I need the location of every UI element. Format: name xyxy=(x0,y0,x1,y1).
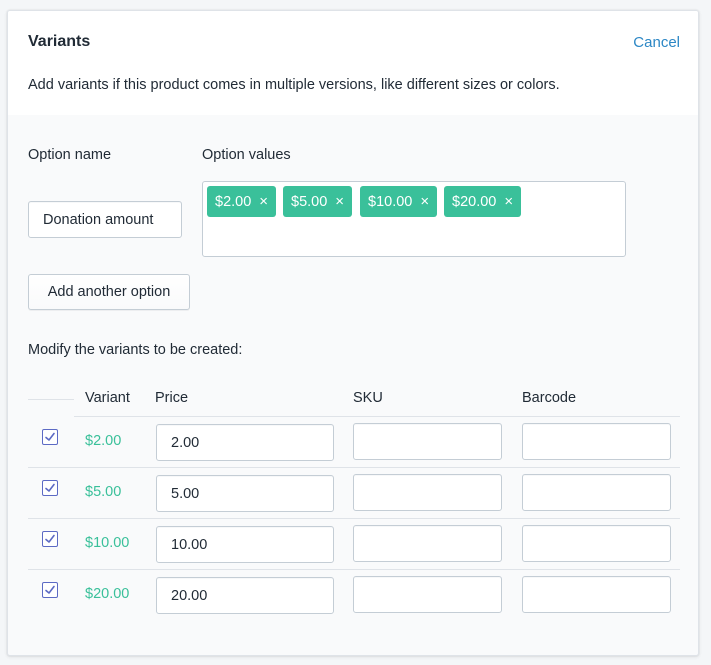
column-header-price: Price xyxy=(155,390,189,406)
price-value: 5.00 xyxy=(171,485,200,502)
variant-name: $2.00 xyxy=(85,433,122,449)
variant-checkbox[interactable] xyxy=(42,531,58,547)
card-header: Variants Cancel Add variants if this pro… xyxy=(8,11,698,115)
option-value-tag[interactable]: $10.00 × xyxy=(360,186,438,217)
sku-input[interactable] xyxy=(353,474,502,511)
variant-name: $20.00 xyxy=(85,586,130,602)
option-name-label: Option name xyxy=(28,147,112,163)
variants-intro: Modify the variants to be created: xyxy=(28,342,243,358)
barcode-input[interactable] xyxy=(522,474,671,511)
option-values-label: Option values xyxy=(202,147,291,163)
close-icon[interactable]: × xyxy=(420,194,429,209)
row-divider xyxy=(28,467,680,468)
close-icon[interactable]: × xyxy=(259,194,268,209)
option-value-tag[interactable]: $2.00 × xyxy=(207,186,277,217)
barcode-input[interactable] xyxy=(522,423,671,460)
column-header-sku: SKU xyxy=(353,390,383,406)
option-value-tag[interactable]: $20.00 × xyxy=(444,186,522,217)
close-icon[interactable]: × xyxy=(335,194,344,209)
variants-card: Variants Cancel Add variants if this pro… xyxy=(7,10,699,656)
description: Add variants if this product comes in mu… xyxy=(28,77,560,93)
tag-label: $20.00 xyxy=(452,193,497,210)
sku-input[interactable] xyxy=(353,525,502,562)
variant-name: $5.00 xyxy=(85,484,122,500)
option-value-tag[interactable]: $5.00 × xyxy=(283,186,353,217)
tag-label: $2.00 xyxy=(215,193,252,210)
checkmark-icon xyxy=(45,483,55,492)
table-divider xyxy=(74,416,680,417)
price-input[interactable]: 2.00 xyxy=(156,424,334,461)
cancel-link[interactable]: Cancel xyxy=(633,34,680,51)
page-title: Variants xyxy=(28,33,91,50)
barcode-input[interactable] xyxy=(522,525,671,562)
column-header-barcode: Barcode xyxy=(522,390,577,406)
close-icon[interactable]: × xyxy=(504,194,513,209)
price-input[interactable]: 10.00 xyxy=(156,526,334,563)
sku-input[interactable] xyxy=(353,576,502,613)
header-divider xyxy=(28,399,74,400)
price-input[interactable]: 5.00 xyxy=(156,475,334,512)
option-name-value: Donation amount xyxy=(43,211,154,228)
column-header-variant: Variant xyxy=(85,390,130,406)
sku-input[interactable] xyxy=(353,423,502,460)
row-divider xyxy=(28,518,680,519)
checkmark-icon xyxy=(45,534,55,543)
add-another-option-button[interactable]: Add another option xyxy=(28,274,190,310)
variant-checkbox[interactable] xyxy=(42,480,58,496)
tag-label: $5.00 xyxy=(291,193,328,210)
row-divider xyxy=(28,569,680,570)
option-name-input[interactable]: Donation amount xyxy=(28,201,182,238)
tag-label: $10.00 xyxy=(368,193,413,210)
variant-checkbox[interactable] xyxy=(42,582,58,598)
variant-checkbox[interactable] xyxy=(42,429,58,445)
barcode-input[interactable] xyxy=(522,576,671,613)
price-value: 20.00 xyxy=(171,587,208,604)
variant-name: $10.00 xyxy=(85,535,130,551)
option-values-input[interactable]: $2.00 × $5.00 × $10.00 × $20.00 × xyxy=(202,181,626,257)
price-input[interactable]: 20.00 xyxy=(156,577,334,614)
checkmark-icon xyxy=(45,432,55,441)
price-value: 10.00 xyxy=(171,536,208,553)
checkmark-icon xyxy=(45,585,55,594)
price-value: 2.00 xyxy=(171,434,200,451)
